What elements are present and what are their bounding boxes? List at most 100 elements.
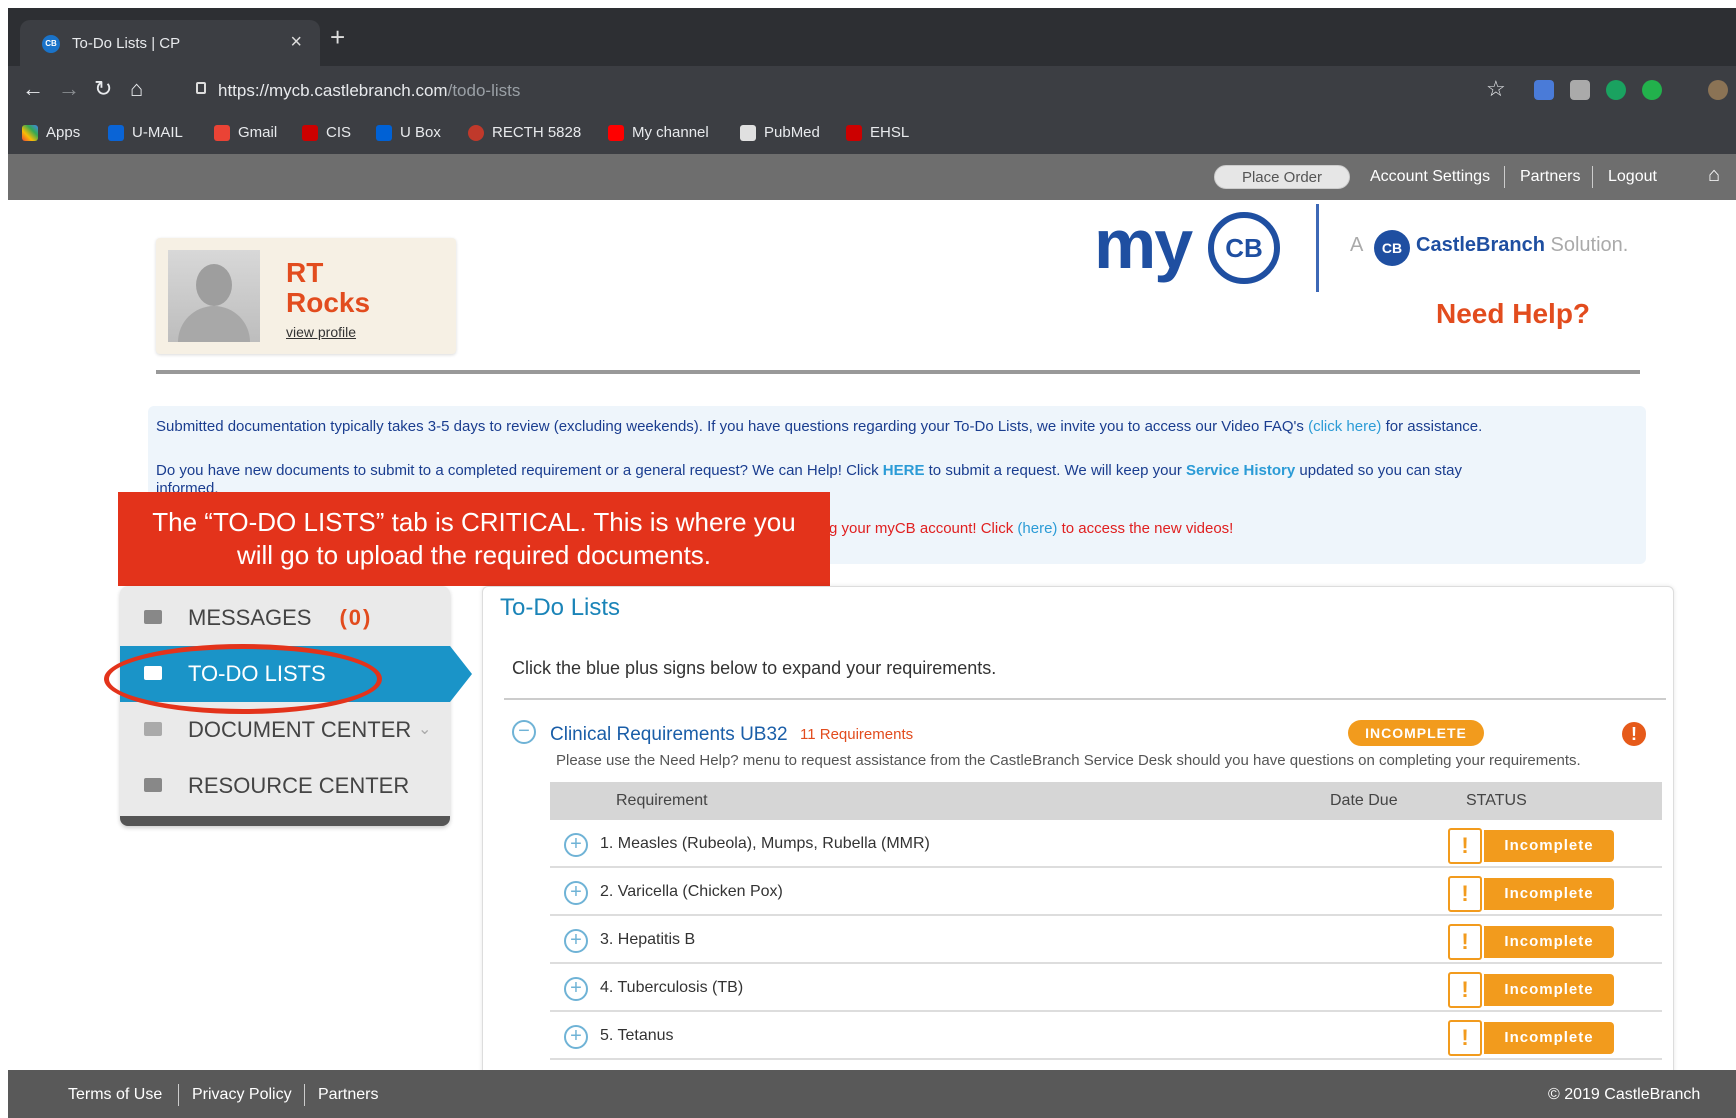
- close-tab-icon[interactable]: ×: [290, 31, 302, 54]
- alert-icon: !: [1622, 722, 1646, 746]
- warning-icon: !: [1448, 1020, 1482, 1056]
- briefcase-icon: [144, 778, 162, 792]
- privacy-policy-link[interactable]: Privacy Policy: [192, 1086, 292, 1104]
- bookmark-ubox[interactable]: U Box: [376, 124, 441, 141]
- warning-icon: !: [1448, 876, 1482, 912]
- site-top-nav: Place Order Account Settings Partners Lo…: [8, 154, 1736, 200]
- page-title: To-Do Lists: [500, 594, 621, 621]
- requirements-table-header: Requirement Date Due STATUS: [550, 782, 1662, 820]
- status-badge: Incomplete: [1484, 830, 1614, 862]
- canvas-icon: [468, 124, 484, 141]
- section-count: 11 Requirements: [800, 726, 914, 743]
- col-status: STATUS: [1466, 792, 1527, 809]
- apps-grid-icon: [22, 124, 38, 141]
- reload-icon[interactable]: ↻: [94, 76, 112, 102]
- bookmark-gmail[interactable]: Gmail: [214, 124, 277, 141]
- requirement-label: 2. Varicella (Chicken Pox): [600, 883, 783, 900]
- bookmark-my-channel[interactable]: My channel: [608, 124, 709, 141]
- forward-icon[interactable]: →: [58, 76, 80, 102]
- document-icon: [144, 722, 162, 736]
- bookmarks-bar: Apps U-MAIL Gmail CIS U Box RECTH 5828 M…: [8, 114, 1736, 154]
- extension-grammarly-icon[interactable]: [1606, 80, 1626, 100]
- status-badge: INCOMPLETE: [1348, 720, 1484, 746]
- critical-callout: The “TO-DO LISTS” tab is CRITICAL. This …: [118, 492, 830, 586]
- home-icon[interactable]: ⌂: [130, 76, 143, 102]
- messages-count: (0): [339, 605, 373, 630]
- section-title[interactable]: Clinical Requirements UB32: [550, 724, 788, 746]
- section-description: Please use the Need Help? menu to reques…: [556, 752, 1581, 769]
- utah-u-icon: [302, 124, 318, 141]
- castlebranch-logo-icon: CB: [1374, 230, 1410, 266]
- bookmark-umail[interactable]: U-MAIL: [108, 124, 183, 141]
- url-path: /todo-lists: [447, 81, 521, 100]
- partners-link[interactable]: Partners: [1520, 168, 1580, 186]
- profile-card: RT Rocks view profile: [156, 238, 456, 354]
- bookmark-cis[interactable]: CIS: [302, 124, 351, 141]
- browser-tab[interactable]: CB To-Do Lists | CP ×: [20, 20, 320, 66]
- nav-divider: [1504, 166, 1505, 188]
- expand-plus-icon[interactable]: +: [564, 1025, 588, 1049]
- castlebranch-solution: CastleBranch Solution.: [1416, 234, 1629, 256]
- box-icon: [376, 124, 392, 141]
- bookmark-star-icon[interactable]: ☆: [1486, 76, 1506, 102]
- mycb-logo: my: [1094, 205, 1193, 283]
- collapse-minus-icon[interactable]: −: [512, 720, 536, 744]
- table-row: + 2. Varicella (Chicken Pox) ! Incomplet…: [550, 868, 1662, 916]
- extension-grey-icon[interactable]: [1570, 80, 1590, 100]
- requirement-label: 5. Tetanus: [600, 1027, 674, 1044]
- requirement-label: 1. Measles (Rubeola), Mumps, Rubella (MM…: [600, 835, 930, 852]
- envelope-icon: [144, 610, 162, 624]
- status-badge: Incomplete: [1484, 974, 1614, 1006]
- sidebar-item-resource-center[interactable]: RESOURCE CENTER: [120, 758, 450, 814]
- warning-icon: !: [1448, 972, 1482, 1008]
- bookmark-pubmed[interactable]: PubMed: [740, 124, 820, 141]
- account-settings-link[interactable]: Account Settings: [1370, 168, 1490, 186]
- expand-plus-icon[interactable]: +: [564, 929, 588, 953]
- home-icon[interactable]: ⌂: [1708, 164, 1720, 187]
- browser-tabstrip: CB To-Do Lists | CP × +: [8, 8, 1736, 66]
- new-videos-link[interactable]: (here): [1017, 520, 1057, 537]
- footer-partners-link[interactable]: Partners: [318, 1086, 378, 1104]
- view-profile-link[interactable]: view profile: [286, 324, 356, 340]
- extension-green-icon[interactable]: [1642, 80, 1662, 100]
- utah-u-icon: [846, 124, 862, 141]
- bookmark-ehsl[interactable]: EHSL: [846, 124, 909, 141]
- back-icon[interactable]: ←: [22, 76, 44, 102]
- site-footer: Terms of Use Privacy Policy Partners © 2…: [8, 1070, 1736, 1118]
- castlebranch-favicon-icon: CB: [42, 35, 60, 53]
- instructions-text: Click the blue plus signs below to expan…: [512, 658, 997, 678]
- bookmark-apps[interactable]: Apps: [22, 124, 80, 141]
- new-tab-icon[interactable]: +: [330, 22, 345, 53]
- warning-icon: !: [1448, 828, 1482, 864]
- expand-plus-icon[interactable]: +: [564, 977, 588, 1001]
- status-badge: Incomplete: [1484, 1022, 1614, 1054]
- requirement-label: 4. Tuberculosis (TB): [600, 979, 744, 996]
- table-row: + 5. Tetanus ! Incomplete: [550, 1012, 1662, 1060]
- table-row: + 4. Tuberculosis (TB) ! Incomplete: [550, 964, 1662, 1012]
- expand-plus-icon[interactable]: +: [564, 833, 588, 857]
- place-order-button[interactable]: Place Order: [1214, 165, 1350, 189]
- profile-avatar-icon[interactable]: [1708, 80, 1728, 100]
- chevron-down-icon: ⌄: [418, 721, 432, 738]
- table-row: + 3. Hepatitis B ! Incomplete: [550, 916, 1662, 964]
- copyright: © 2019 CastleBranch: [1548, 1086, 1701, 1103]
- here-link[interactable]: HERE: [883, 462, 925, 479]
- service-history-link[interactable]: Service History: [1186, 462, 1295, 479]
- a-prefix: A: [1350, 234, 1364, 256]
- video-faq-link[interactable]: (click here): [1308, 418, 1381, 435]
- lock-icon: [196, 82, 206, 94]
- logout-link[interactable]: Logout: [1608, 168, 1657, 186]
- expand-plus-icon[interactable]: +: [564, 881, 588, 905]
- terms-of-use-link[interactable]: Terms of Use: [68, 1086, 162, 1104]
- table-row: + 1. Measles (Rubeola), Mumps, Rubella (…: [550, 820, 1662, 868]
- profile-name: RT Rocks: [286, 257, 371, 318]
- bookmark-recth[interactable]: RECTH 5828: [468, 124, 581, 141]
- need-help-link[interactable]: Need Help?: [1436, 298, 1590, 330]
- warning-icon: !: [1448, 924, 1482, 960]
- address-bar[interactable]: https://mycb.castlebranch.com/todo-lists: [188, 74, 1538, 108]
- extension-calendar-icon[interactable]: [1534, 80, 1554, 100]
- browser-toolbar: ← → ↻ ⌂ https://mycb.castlebranch.com/to…: [8, 66, 1736, 114]
- outlook-icon: [108, 124, 124, 141]
- panel-divider: [504, 698, 1666, 700]
- sidebar-item-messages[interactable]: MESSAGES (0): [120, 590, 450, 646]
